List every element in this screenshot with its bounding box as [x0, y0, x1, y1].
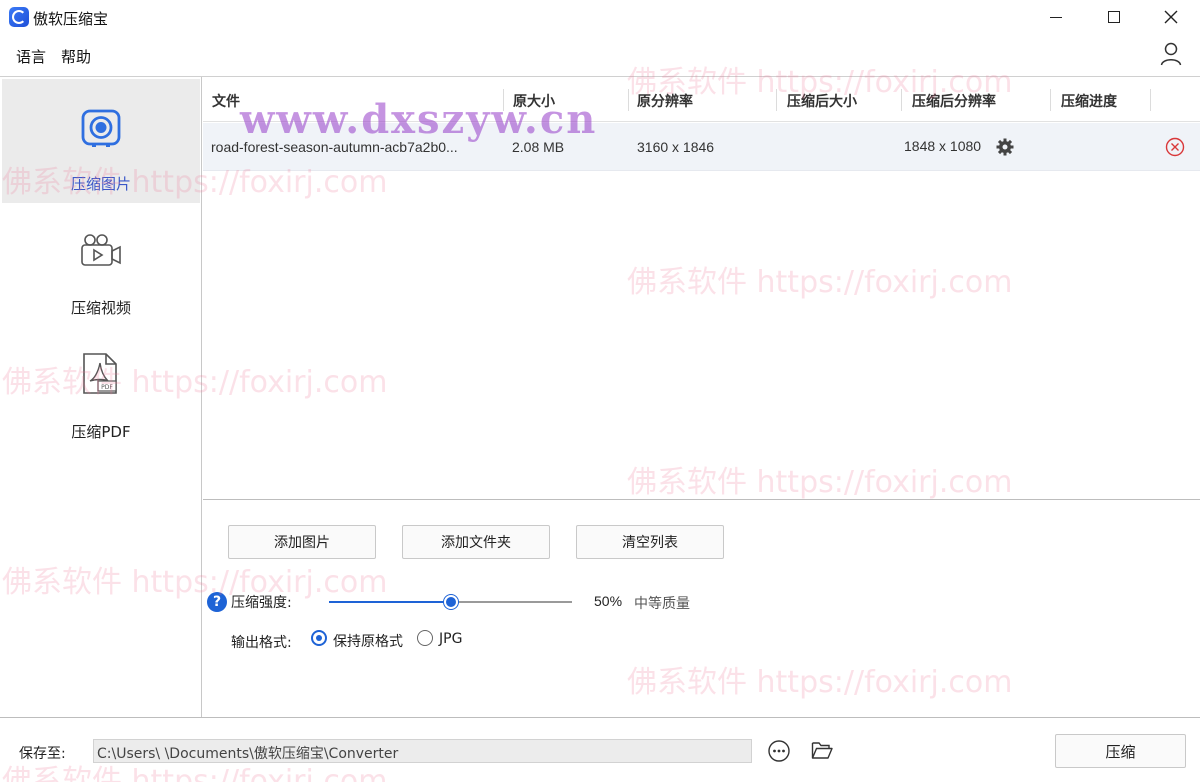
column-divider [1150, 89, 1151, 111]
window-title: 傲软压缩宝 [33, 10, 109, 28]
camera-icon [81, 109, 121, 147]
radio-jpg[interactable] [417, 630, 433, 646]
maximize-icon [1108, 11, 1120, 23]
add-folder-button[interactable]: 添加文件夹 [402, 525, 550, 559]
column-divider [503, 89, 504, 111]
more-options-icon[interactable] [768, 740, 790, 762]
file-name-cell: road-forest-season-autumn-acb7a2b0... [211, 139, 458, 155]
column-header-original-resolution[interactable]: 原分辨率 [637, 91, 693, 111]
add-image-button[interactable]: 添加图片 [228, 525, 376, 559]
menu-help[interactable]: 帮助 [61, 46, 91, 67]
radio-label-keep-format[interactable]: 保持原格式 [333, 631, 403, 651]
compress-button[interactable]: 压缩 [1055, 734, 1186, 768]
column-header-original-size[interactable]: 原大小 [513, 91, 555, 111]
watermark: 佛系软件 https://foxirj.com [627, 665, 1013, 700]
column-divider [628, 89, 629, 111]
column-header-compressed-size[interactable]: 压缩后大小 [787, 91, 857, 111]
video-camera-icon [81, 234, 121, 266]
svg-text:PDF: PDF [101, 384, 113, 391]
help-icon[interactable]: ? [207, 592, 227, 612]
column-header-compressed-resolution[interactable]: 压缩后分辨率 [912, 91, 996, 111]
sidebar-item-compress-pdf[interactable]: PDF 压缩PDF [2, 331, 200, 455]
compression-value: 50% [594, 593, 623, 609]
sidebar-item-label: 压缩PDF [71, 423, 131, 441]
compression-quality: 中等质量 [634, 596, 690, 612]
column-divider [776, 89, 777, 111]
pdf-file-icon: PDF [83, 353, 117, 394]
sidebar-item-label: 压缩图片 [70, 175, 131, 193]
original-size-cell: 2.08 MB [512, 139, 565, 155]
compression-slider[interactable] [329, 595, 572, 609]
minimize-button[interactable] [1027, 0, 1085, 34]
table-header: 文件 原大小 原分辨率 压缩后大小 压缩后分辨率 压缩进度 [203, 77, 1200, 122]
compressed-resolution-cell: 1848 x 1080 [904, 138, 982, 154]
table-divider [203, 499, 1200, 500]
compression-strength-label: 压缩强度: [231, 595, 292, 611]
menu-bar: 语言 帮助 [0, 38, 1200, 72]
slider-fill [329, 601, 451, 603]
maximize-button[interactable] [1085, 0, 1143, 34]
close-button[interactable] [1142, 0, 1200, 34]
radio-label-jpg[interactable]: JPG [439, 631, 462, 647]
minimize-icon [1050, 16, 1062, 18]
output-format-label: 输出格式: [231, 635, 292, 651]
close-icon [1164, 10, 1178, 24]
sidebar-item-compress-video[interactable]: 压缩视频 [2, 205, 200, 329]
title-bar: 傲软压缩宝 [0, 0, 1200, 34]
folder-open-icon[interactable] [811, 740, 833, 760]
radio-keep-format[interactable] [311, 630, 327, 646]
sidebar: 压缩图片 压缩视频 PDF 压缩PDF [0, 77, 202, 717]
user-account-icon[interactable] [1160, 42, 1182, 66]
slider-thumb[interactable] [443, 595, 458, 609]
column-header-progress[interactable]: 压缩进度 [1061, 91, 1117, 111]
app-logo-icon [9, 7, 29, 27]
remove-file-icon[interactable] [1165, 137, 1185, 157]
clear-list-button[interactable]: 清空列表 [576, 525, 724, 559]
column-divider [901, 89, 902, 111]
gear-icon[interactable] [996, 138, 1014, 156]
sidebar-item-compress-image[interactable]: 压缩图片 [2, 79, 200, 203]
save-to-label: 保存至: [19, 746, 66, 762]
column-header-file[interactable]: 文件 [212, 91, 240, 111]
sidebar-item-label: 压缩视频 [70, 299, 131, 317]
save-path-field[interactable]: C:\Users\ \Documents\傲软压缩宝\Converter [93, 739, 752, 763]
column-divider [1050, 89, 1051, 111]
table-row[interactable]: road-forest-season-autumn-acb7a2b0... 2.… [203, 123, 1200, 171]
menu-language[interactable]: 语言 [16, 46, 46, 67]
file-table: 文件 原大小 原分辨率 压缩后大小 压缩后分辨率 压缩进度 road-fores… [203, 77, 1200, 499]
original-resolution-cell: 3160 x 1846 [637, 139, 715, 155]
footer-divider [0, 717, 1200, 718]
